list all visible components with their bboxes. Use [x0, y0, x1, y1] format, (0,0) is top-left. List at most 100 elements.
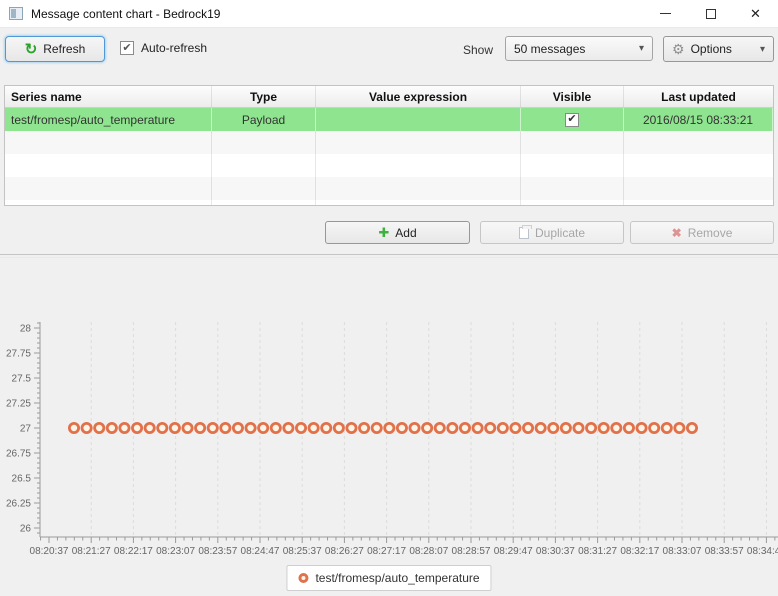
x-tick-label: 08:29:47 — [494, 546, 533, 557]
cell-type: Payload — [212, 108, 316, 131]
data-point — [372, 423, 381, 432]
chevron-down-icon: ▾ — [760, 44, 765, 55]
data-point — [599, 423, 608, 432]
data-point — [460, 423, 469, 432]
x-tick-label: 08:20:37 — [30, 546, 69, 557]
table-row[interactable]: test/fromesp/auto_temperature Payload ✔ … — [5, 108, 773, 131]
data-point — [448, 423, 457, 432]
minimize-icon — [660, 13, 671, 14]
data-point — [196, 423, 205, 432]
data-point — [410, 423, 419, 432]
data-point — [347, 423, 356, 432]
x-tick-label: 08:28:57 — [452, 546, 491, 557]
column-header-last-updated[interactable]: Last updated — [624, 86, 773, 107]
data-point — [637, 423, 646, 432]
auto-refresh-checkbox[interactable]: ✔ — [120, 41, 134, 55]
data-point — [536, 423, 545, 432]
chart-panel: 2827.7527.527.252726.7526.526.252608:20:… — [0, 258, 778, 596]
data-point — [662, 423, 671, 432]
minimize-button[interactable] — [643, 0, 688, 28]
cell-series-name: test/fromesp/auto_temperature — [5, 108, 212, 131]
x-tick-label: 08:23:57 — [198, 546, 237, 557]
empty-cell — [316, 154, 521, 177]
data-point — [675, 423, 684, 432]
maximize-icon — [706, 9, 716, 19]
remove-button[interactable]: ✖ Remove — [630, 221, 774, 244]
y-tick-label: 26.5 — [12, 474, 32, 485]
empty-cell — [316, 177, 521, 200]
empty-cell — [5, 177, 212, 200]
data-point — [271, 423, 280, 432]
x-tick-label: 08:34:47 — [747, 546, 778, 557]
x-tick-label: 08:30:37 — [536, 546, 575, 557]
x-tick-label: 08:28:07 — [409, 546, 448, 557]
duplicate-button[interactable]: Duplicate — [480, 221, 624, 244]
empty-cell — [5, 200, 212, 206]
table-empty-row[interactable] — [5, 177, 773, 200]
add-button[interactable]: ✚ Add — [325, 221, 470, 244]
x-tick-label: 08:27:17 — [367, 546, 406, 557]
column-header-series-name[interactable]: Series name — [5, 86, 212, 107]
table-header-row: Series name Type Value expression Visibl… — [5, 86, 773, 108]
duplicate-icon — [519, 227, 529, 239]
table-empty-row[interactable] — [5, 200, 773, 206]
x-tick-label: 08:33:07 — [663, 546, 702, 557]
window-title: Message content chart - Bedrock19 — [31, 7, 220, 21]
checkmark-icon: ✔ — [122, 43, 131, 54]
table-empty-row[interactable] — [5, 154, 773, 177]
empty-cell — [5, 131, 212, 154]
visible-checkbox[interactable]: ✔ — [565, 113, 579, 127]
add-button-label: Add — [395, 226, 416, 240]
checkmark-icon: ✔ — [567, 114, 576, 125]
data-point — [82, 423, 91, 432]
cell-value-expression — [316, 108, 521, 131]
refresh-icon: ↻ — [25, 42, 38, 57]
toolbar: ↻ Refresh ✔ Auto-refresh Show 50 message… — [0, 28, 778, 75]
data-point — [69, 423, 78, 432]
chart-legend[interactable]: test/fromesp/auto_temperature — [286, 565, 491, 591]
data-point — [435, 423, 444, 432]
y-tick-label: 27.25 — [6, 399, 31, 410]
table-empty-row[interactable] — [5, 131, 773, 154]
data-point — [423, 423, 432, 432]
plus-icon: ✚ — [378, 226, 389, 239]
empty-cell — [5, 154, 212, 177]
data-point — [574, 423, 583, 432]
column-header-value-expression[interactable]: Value expression — [316, 86, 521, 107]
remove-button-label: Remove — [688, 226, 733, 240]
messages-count-select[interactable]: 50 messages ▾ — [505, 36, 653, 61]
y-tick-label: 26.75 — [6, 449, 31, 460]
empty-cell — [624, 177, 773, 200]
y-tick-label: 28 — [20, 324, 32, 335]
maximize-button[interactable] — [688, 0, 733, 28]
options-button[interactable]: ⚙ Options ▾ — [663, 36, 774, 62]
data-point — [650, 423, 659, 432]
data-point — [523, 423, 532, 432]
data-point — [498, 423, 507, 432]
close-button[interactable]: ✕ — [733, 0, 778, 28]
refresh-button[interactable]: ↻ Refresh — [5, 36, 105, 62]
temperature-chart: 2827.7527.527.252726.7526.526.252608:20:… — [0, 258, 778, 596]
empty-cell — [316, 200, 521, 206]
empty-cell — [624, 131, 773, 154]
data-point — [132, 423, 141, 432]
data-point — [687, 423, 696, 432]
legend-label: test/fromesp/auto_temperature — [315, 571, 479, 585]
column-header-type[interactable]: Type — [212, 86, 316, 107]
table-empty-rows — [5, 131, 773, 206]
show-label: Show — [463, 43, 493, 57]
data-point — [473, 423, 482, 432]
column-header-visible[interactable]: Visible — [521, 86, 624, 107]
x-tick-label: 08:24:47 — [241, 546, 280, 557]
refresh-button-label: Refresh — [43, 42, 85, 56]
chevron-down-icon: ▾ — [639, 43, 644, 54]
x-tick-label: 08:23:07 — [156, 546, 195, 557]
data-point — [107, 423, 116, 432]
x-tick-label: 08:26:27 — [325, 546, 364, 557]
x-tick-label: 08:32:17 — [620, 546, 659, 557]
y-tick-label: 27.5 — [12, 374, 32, 385]
x-tick-label: 08:31:27 — [578, 546, 617, 557]
remove-x-icon: ✖ — [672, 227, 682, 239]
data-point — [334, 423, 343, 432]
auto-refresh-label: Auto-refresh — [141, 41, 207, 55]
